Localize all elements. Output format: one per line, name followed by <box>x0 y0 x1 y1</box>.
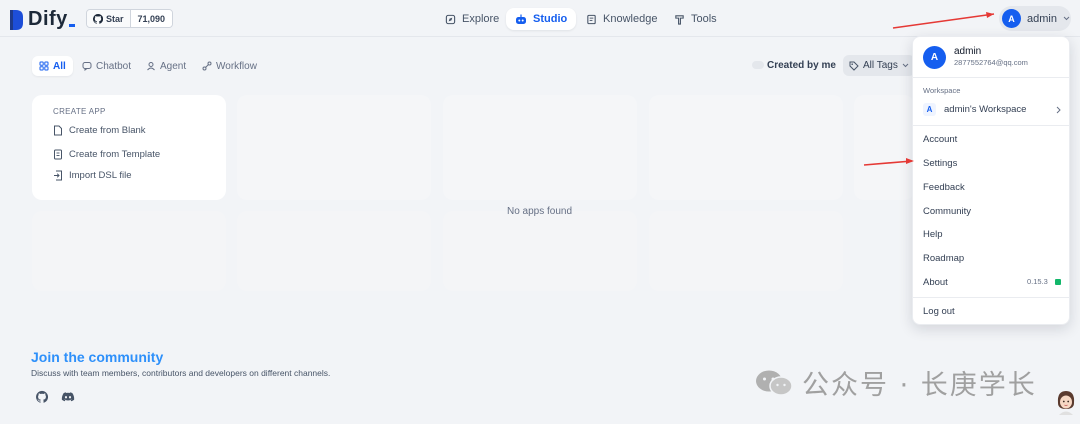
github-star-label: Star <box>106 13 124 24</box>
wechat-icon <box>756 370 793 396</box>
watermark: 公众号 · 长庚学长 <box>754 363 1037 402</box>
chevron-down-icon <box>1063 16 1070 21</box>
dify-logo[interactable]: Dify <box>10 8 75 31</box>
compass-icon <box>445 14 456 24</box>
import-dsl-button[interactable]: Import DSL file <box>53 170 131 181</box>
app-card-placeholder <box>443 211 637 291</box>
all-tags-filter[interactable]: All Tags <box>843 55 915 76</box>
file-plus-icon <box>54 125 62 136</box>
create-app-card: CREATE APP Create from Blank Create from… <box>32 95 226 200</box>
app-name: Dify <box>28 8 68 30</box>
book-icon <box>587 14 596 24</box>
workspace-badge: A <box>923 103 936 116</box>
github-star-button[interactable]: Star 71,090 <box>86 9 174 28</box>
menu-item-community[interactable]: Community <box>923 206 971 217</box>
chevron-right-icon <box>1056 106 1061 113</box>
logo-underscore <box>68 24 75 27</box>
template-icon <box>54 149 62 160</box>
filter-tab-all-label: All <box>53 60 66 72</box>
create-app-title: CREATE APP <box>53 107 106 116</box>
hammer-icon <box>675 14 684 25</box>
import-dsl-label: Import DSL file <box>69 170 132 181</box>
import-icon <box>54 170 62 181</box>
agent-icon <box>147 62 155 71</box>
menu-item-help[interactable]: Help <box>923 229 943 240</box>
create-from-blank-label: Create from Blank <box>69 125 146 136</box>
chat-icon <box>82 62 92 71</box>
watermark-text: 公众号 · 长庚学长 <box>802 370 1037 401</box>
nav-studio-label: Studio <box>533 13 568 25</box>
create-from-template-button[interactable]: Create from Template <box>53 149 160 160</box>
profile-avatar-icon <box>1057 391 1075 415</box>
menu-divider <box>913 125 1069 126</box>
filter-tab-workflow-label: Workflow <box>216 60 257 72</box>
arrow-head-icon <box>986 12 994 18</box>
workspace-label: Workspace <box>923 86 961 95</box>
empty-state-message: No apps found <box>507 206 573 217</box>
version-status-dot <box>1055 279 1061 285</box>
nav-tools[interactable]: Tools <box>665 8 726 30</box>
nav-explore-label: Explore <box>462 13 500 25</box>
user-menu-button[interactable]: A admin <box>999 6 1071 31</box>
user-dropdown-menu: A admin 2877552764@qq.com Workspace A ad… <box>912 36 1070 325</box>
filter-tab-agent[interactable]: Agent <box>139 56 193 76</box>
nav-knowledge-label: Knowledge <box>603 13 658 25</box>
filter-tab-all[interactable]: All <box>32 56 73 76</box>
filter-tab-agent-label: Agent <box>160 60 187 72</box>
workspace-selector[interactable]: A admin's Workspace <box>923 103 1061 116</box>
github-icon[interactable] <box>35 390 49 404</box>
menu-divider <box>913 77 1069 78</box>
user-name: admin <box>1027 12 1057 25</box>
community-title: Join the community <box>31 349 164 365</box>
workflow-icon <box>202 61 212 71</box>
menu-divider <box>913 297 1069 298</box>
grid-icon <box>39 61 49 71</box>
app-card-placeholder <box>649 95 843 200</box>
discord-icon[interactable] <box>61 390 75 404</box>
nav-knowledge[interactable]: Knowledge <box>577 8 666 30</box>
app-card-placeholder <box>649 211 843 291</box>
chevron-down-icon <box>902 63 909 68</box>
community-description: Discuss with team members, contributors … <box>31 368 331 378</box>
created-by-me-label: Created by me <box>767 60 836 71</box>
app-card-placeholder <box>854 95 914 200</box>
menu-item-settings[interactable]: Settings <box>923 158 957 169</box>
robot-icon <box>516 14 526 24</box>
menu-user-name: admin <box>954 46 982 57</box>
arrow-to-user-menu <box>892 13 995 29</box>
menu-avatar: A <box>923 46 946 69</box>
github-star-count: 71,090 <box>129 10 173 27</box>
create-from-template-label: Create from Template <box>69 149 161 160</box>
app-card-placeholder <box>237 95 431 200</box>
filter-tab-chatbot[interactable]: Chatbot <box>75 56 138 76</box>
app-card-placeholder <box>443 95 637 200</box>
nav-studio[interactable]: Studio <box>506 8 577 30</box>
github-icon <box>93 13 103 24</box>
avatar: A <box>1002 9 1021 28</box>
menu-user-email: 2877552764@qq.com <box>954 58 1028 67</box>
app-card-placeholder <box>32 211 226 291</box>
version-label: 0.15.3 <box>1027 277 1048 286</box>
nav-tools-label: Tools <box>691 13 717 25</box>
created-by-me-toggle[interactable] <box>752 61 764 69</box>
menu-item-about[interactable]: About <box>923 277 948 288</box>
menu-item-roadmap[interactable]: Roadmap <box>923 253 964 264</box>
workspace-name: admin's Workspace <box>944 104 1027 115</box>
create-from-blank-button[interactable]: Create from Blank <box>53 125 146 136</box>
menu-item-account[interactable]: Account <box>923 134 957 145</box>
filter-tab-chatbot-label: Chatbot <box>96 60 132 72</box>
menu-item-logout[interactable]: Log out <box>923 306 955 317</box>
app-card-placeholder <box>237 211 431 291</box>
menu-item-feedback[interactable]: Feedback <box>923 182 965 193</box>
dify-logo-mark-icon <box>10 9 23 30</box>
all-tags-label: All Tags <box>863 60 898 71</box>
nav-explore[interactable]: Explore <box>436 8 508 30</box>
filter-tab-workflow[interactable]: Workflow <box>195 56 264 76</box>
tag-icon <box>849 61 859 71</box>
